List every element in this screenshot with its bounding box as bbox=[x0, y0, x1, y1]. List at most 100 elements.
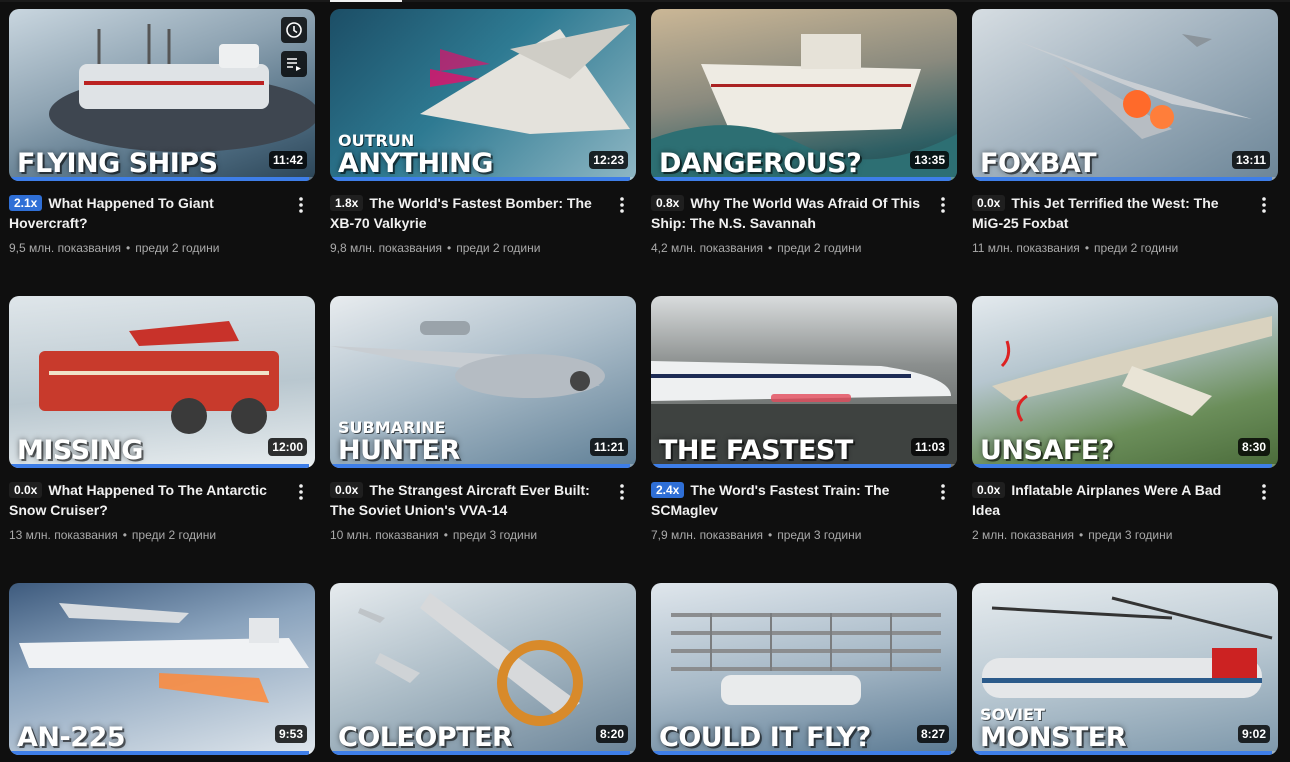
video-thumbnail[interactable]: SUBMARINE HUNTER 11:21 bbox=[330, 296, 636, 468]
video-title-text[interactable]: Inflatable Airplanes Were A Bad Idea bbox=[972, 482, 1221, 518]
video-title-text[interactable]: Why The World Was Afraid Of This Ship: T… bbox=[651, 195, 920, 231]
video-card[interactable]: DANGEROUS? 13:35 0.8x Why The World Was A… bbox=[651, 9, 957, 257]
more-vert-icon bbox=[941, 197, 945, 213]
video-card[interactable]: FOXBAT 13:11 0.0x This Jet Terrified the … bbox=[972, 9, 1278, 257]
upload-age: преди 3 години bbox=[1088, 528, 1173, 542]
video-thumbnail[interactable]: SOVIET MONSTER 9:02 bbox=[972, 583, 1278, 755]
duration-badge: 13:35 bbox=[910, 151, 949, 169]
view-count: 10 млн. показвания bbox=[330, 528, 439, 542]
video-meta: 0.0x The Strangest Aircraft Ever Built: T… bbox=[330, 480, 636, 544]
video-thumbnail[interactable]: UNSAFE? 8:30 bbox=[972, 296, 1278, 468]
duration-badge: 11:03 bbox=[910, 438, 949, 456]
watch-progress-bar bbox=[651, 464, 957, 468]
video-title[interactable]: 0.0x This Jet Terrified the West: The MiG… bbox=[972, 193, 1248, 233]
speed-badge: 0.0x bbox=[330, 482, 364, 498]
view-count: 11 млн. показвания bbox=[972, 241, 1080, 255]
duration-badge: 8:30 bbox=[1237, 438, 1270, 456]
video-title[interactable]: 0.0x What Happened To The Antarctic Snow … bbox=[9, 480, 285, 520]
video-card[interactable]: SOVIET MONSTER 9:02 bbox=[972, 583, 1278, 755]
thumbnail-title: COLEOPTER bbox=[338, 722, 513, 753]
video-card[interactable]: COULD IT FLY? 8:27 bbox=[651, 583, 957, 755]
thumbnail-subtitle: OUTRUN bbox=[338, 131, 415, 150]
video-stats: 9,8 млн. показвания • преди 2 години bbox=[330, 241, 541, 255]
active-tab-indicator bbox=[330, 0, 402, 2]
video-title[interactable]: 0.0x Inflatable Airplanes Were A Bad Idea bbox=[972, 480, 1248, 520]
view-count: 2 млн. показвания bbox=[972, 528, 1075, 542]
video-title-text[interactable]: What Happened To The Antarctic Snow Crui… bbox=[9, 482, 267, 518]
duration-badge: 12:23 bbox=[589, 151, 628, 169]
view-count: 13 млн. показвания bbox=[9, 528, 118, 542]
thumbnail-title: FLYING SHIPS bbox=[17, 148, 218, 179]
more-actions-button[interactable] bbox=[291, 193, 311, 217]
speed-badge: 2.4x bbox=[651, 482, 685, 498]
watch-progress-bar bbox=[651, 751, 957, 755]
video-thumbnail[interactable]: AN-225 9:53 bbox=[9, 583, 315, 755]
more-vert-icon bbox=[1262, 197, 1266, 213]
more-actions-button[interactable] bbox=[612, 193, 632, 217]
more-actions-button[interactable] bbox=[1254, 193, 1274, 217]
video-meta: 0.0x This Jet Terrified the West: The MiG… bbox=[972, 193, 1278, 257]
clock-icon bbox=[286, 22, 302, 38]
more-vert-icon bbox=[1262, 484, 1266, 500]
more-actions-button[interactable] bbox=[933, 480, 953, 504]
upload-age: преди 2 години bbox=[131, 528, 217, 542]
more-actions-button[interactable] bbox=[291, 480, 311, 504]
video-thumbnail[interactable]: FLYING SHIPS 11:42 bbox=[9, 9, 315, 181]
video-title[interactable]: 2.1x What Happened To Giant Hovercraft? bbox=[9, 193, 285, 233]
video-card[interactable]: FLYING SHIPS 11:42 2.1x What Happened To … bbox=[9, 9, 315, 257]
duration-badge: 11:42 bbox=[268, 151, 307, 169]
more-vert-icon bbox=[620, 484, 624, 500]
watch-progress-bar bbox=[651, 177, 957, 181]
video-card[interactable]: COLEOPTER 8:20 bbox=[330, 583, 636, 755]
video-card[interactable]: MISSING 12:00 0.0x What Happened To The A… bbox=[9, 296, 315, 544]
view-count: 4,2 млн. показвания bbox=[651, 241, 764, 255]
video-card[interactable]: THE FASTEST 11:03 2.4x The Word's Fastest… bbox=[651, 296, 957, 544]
duration-badge: 8:27 bbox=[916, 725, 949, 743]
video-title-text[interactable]: The Strangest Aircraft Ever Built: The S… bbox=[330, 482, 590, 518]
video-card[interactable]: SUBMARINE HUNTER 11:21 0.0x The Strangest… bbox=[330, 296, 636, 544]
video-title[interactable]: 2.4x The Word's Fastest Train: The SCMagl… bbox=[651, 480, 927, 520]
video-card[interactable]: AN-225 9:53 bbox=[9, 583, 315, 755]
more-actions-button[interactable] bbox=[612, 480, 632, 504]
watch-progress-bar bbox=[9, 751, 315, 755]
speed-badge: 0.0x bbox=[9, 482, 43, 498]
watch-progress-bar bbox=[9, 177, 315, 181]
video-title-text[interactable]: The World's Fastest Bomber: The XB-70 Va… bbox=[330, 195, 592, 231]
video-thumbnail[interactable]: MISSING 12:00 bbox=[9, 296, 315, 468]
video-thumbnail[interactable]: THE FASTEST 11:03 bbox=[651, 296, 957, 468]
video-stats: 2 млн. показвания • преди 3 години bbox=[972, 528, 1173, 542]
duration-badge: 9:02 bbox=[1237, 725, 1270, 743]
upload-age: преди 2 години bbox=[456, 241, 541, 255]
video-thumbnail[interactable]: FOXBAT 13:11 bbox=[972, 9, 1278, 181]
video-title[interactable]: 0.8x Why The World Was Afraid Of This Shi… bbox=[651, 193, 927, 233]
speed-badge: 0.8x bbox=[651, 195, 685, 211]
duration-badge: 9:53 bbox=[274, 725, 307, 743]
video-meta: 2.1x What Happened To Giant Hovercraft? 9… bbox=[9, 193, 315, 257]
watch-later-button[interactable] bbox=[281, 17, 307, 43]
duration-badge: 13:11 bbox=[1231, 151, 1270, 169]
duration-badge: 11:21 bbox=[589, 438, 628, 456]
thumbnail-title: DANGEROUS? bbox=[659, 148, 862, 179]
duration-badge: 12:00 bbox=[268, 438, 307, 456]
video-title[interactable]: 0.0x The Strangest Aircraft Ever Built: T… bbox=[330, 480, 606, 520]
video-thumbnail[interactable]: OUTRUN ANYTHING 12:23 bbox=[330, 9, 636, 181]
video-card[interactable]: OUTRUN ANYTHING 12:23 1.8x The World's Fa… bbox=[330, 9, 636, 257]
video-thumbnail[interactable]: COULD IT FLY? 8:27 bbox=[651, 583, 957, 755]
watch-progress-bar bbox=[330, 751, 636, 755]
video-meta: 1.8x The World's Fastest Bomber: The XB-7… bbox=[330, 193, 636, 257]
more-actions-button[interactable] bbox=[1254, 480, 1274, 504]
video-thumbnail[interactable]: COLEOPTER 8:20 bbox=[330, 583, 636, 755]
more-actions-button[interactable] bbox=[933, 193, 953, 217]
video-stats: 9,5 млн. показвания • преди 2 години bbox=[9, 241, 220, 255]
video-card[interactable]: UNSAFE? 8:30 0.0x Inflatable Airplanes We… bbox=[972, 296, 1278, 544]
upload-age: преди 2 години bbox=[135, 241, 220, 255]
video-title-text[interactable]: This Jet Terrified the West: The MiG-25 … bbox=[972, 195, 1219, 231]
upload-age: преди 2 години bbox=[1094, 241, 1179, 255]
add-to-queue-button[interactable] bbox=[281, 51, 307, 77]
video-thumbnail[interactable]: DANGEROUS? 13:35 bbox=[651, 9, 957, 181]
video-title-text[interactable]: The Word's Fastest Train: The SCMaglev bbox=[651, 482, 889, 518]
video-meta: 2.4x The Word's Fastest Train: The SCMagl… bbox=[651, 480, 957, 544]
thumbnail-subtitle: SOVIET bbox=[980, 705, 1045, 724]
speed-badge: 0.0x bbox=[972, 482, 1006, 498]
video-title[interactable]: 1.8x The World's Fastest Bomber: The XB-7… bbox=[330, 193, 606, 233]
